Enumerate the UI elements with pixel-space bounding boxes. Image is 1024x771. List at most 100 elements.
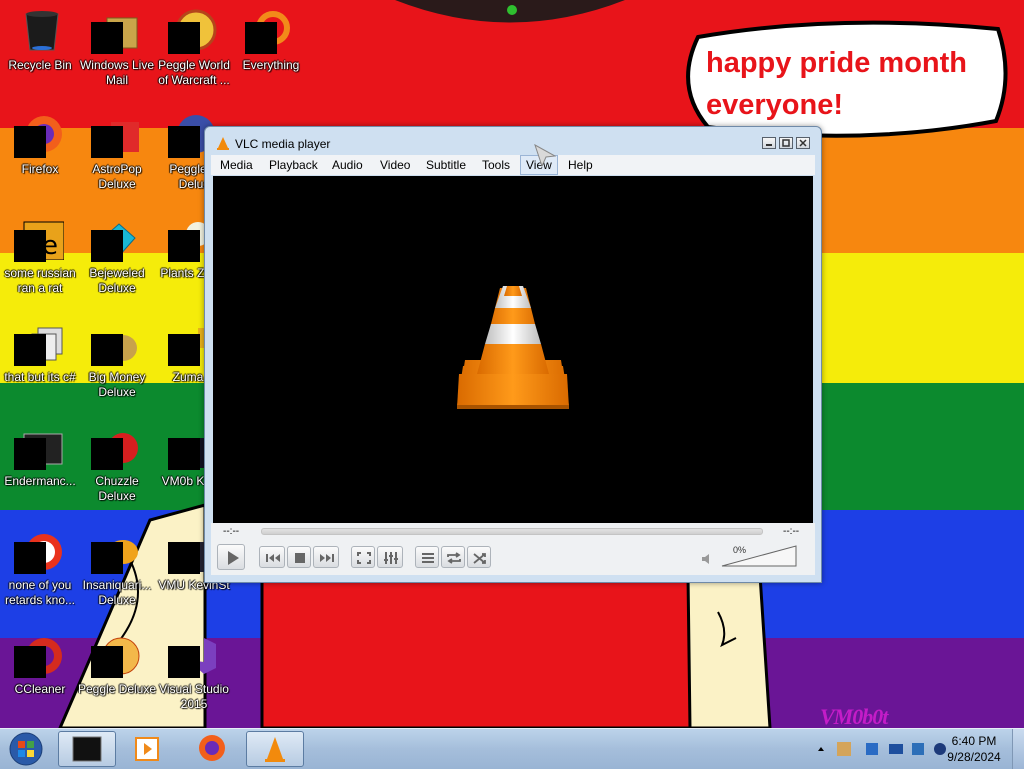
desktop-icon-label: AstroPop Deluxe <box>92 162 142 191</box>
desktop-icon-chuzzle[interactable]: Chuzzle Deluxe <box>77 416 157 516</box>
seek-slider[interactable] <box>261 528 763 535</box>
desktop-icon-label: Endermanc... <box>4 474 76 488</box>
vlc-window[interactable]: VLC media player Media Playback Audio Vi… <box>204 126 822 583</box>
clock-time: 6:40 PM <box>951 734 997 748</box>
speaker-muted-icon[interactable] <box>701 553 715 565</box>
next-icon <box>320 554 334 562</box>
video-area[interactable] <box>213 176 813 523</box>
loop-button[interactable] <box>441 546 465 568</box>
desktop-icon-insaniquarium[interactable]: Insaniquari... Deluxe <box>77 520 157 620</box>
tray-expand-chevron-icon[interactable] <box>816 741 826 757</box>
taskbar-clock[interactable]: 6:40 PM 9/28/2024 <box>940 733 1008 765</box>
minimize-icon <box>766 144 772 146</box>
time-elapsed: --:-- <box>223 526 240 537</box>
menu-video[interactable]: Video <box>375 155 415 175</box>
maximize-button[interactable] <box>779 137 793 149</box>
playlist-icon <box>422 553 434 563</box>
start-button[interactable] <box>6 730 46 768</box>
redaction-box <box>168 22 200 54</box>
fullscreen-icon <box>357 552 371 564</box>
extended-settings-button[interactable] <box>377 546 403 568</box>
redaction-box <box>168 126 200 158</box>
shuffle-button[interactable] <box>467 546 491 568</box>
console-icon <box>72 736 102 762</box>
desktop-icon-label: Peggle Deluxe <box>77 682 157 696</box>
taskbar-app-firefox[interactable] <box>184 731 242 767</box>
window-titlebar[interactable]: VLC media player <box>205 127 821 157</box>
previous-button[interactable] <box>259 546 285 568</box>
playback-controls: --:-- --:-- 0% <box>211 523 815 575</box>
menu-tools[interactable]: Tools <box>477 155 515 175</box>
redaction-box <box>168 334 200 366</box>
redaction-box <box>91 542 123 574</box>
desktop-icon-that-but-csharp[interactable]: that but its c# <box>0 312 80 412</box>
recycle-bin-icon <box>25 11 59 51</box>
maximize-icon <box>782 139 790 147</box>
stop-icon <box>295 553 305 563</box>
redaction-box <box>168 542 200 574</box>
desktop-icon-label: that but its c# <box>4 370 76 384</box>
desktop-icon-label: Bejeweled Deluxe <box>89 266 145 295</box>
volume-slider[interactable] <box>721 545 797 567</box>
desktop-icon-label: Chuzzle Deluxe <box>95 474 139 503</box>
close-button[interactable] <box>796 137 810 149</box>
tray-monitor-icon[interactable] <box>888 741 904 757</box>
tray-network-icon[interactable] <box>910 741 926 757</box>
playlist-button[interactable] <box>415 546 439 568</box>
artist-signature: VM0b0t <box>820 704 888 729</box>
redaction-box <box>91 22 123 54</box>
desktop-icon-firefox[interactable]: Firefox <box>0 104 80 204</box>
menu-audio[interactable]: Audio <box>327 155 368 175</box>
redaction-box <box>14 646 46 678</box>
speech-bubble-text: happy pride month everyone! <box>706 47 967 121</box>
next-button[interactable] <box>313 546 339 568</box>
taskbar-app-vlc[interactable] <box>246 731 304 767</box>
taskbar-app-terminal[interactable] <box>58 731 116 767</box>
menu-playback[interactable]: Playback <box>264 155 323 175</box>
desktop-icon-recycle-bin[interactable]: Recycle Bin <box>0 0 80 100</box>
tray-shield-icon[interactable] <box>864 741 880 757</box>
play-button[interactable] <box>217 544 245 570</box>
desktop-icon-none-of-you[interactable]: none of you retards kno... <box>0 520 80 620</box>
redaction-box <box>91 438 123 470</box>
desktop-icon-label: Visual Studio 2015 <box>159 682 229 711</box>
show-desktop-button[interactable] <box>1012 729 1024 769</box>
tray-app-icon[interactable] <box>836 741 852 757</box>
desktop-icon-ccleaner[interactable]: CCleaner <box>0 624 80 724</box>
shuffle-icon <box>473 553 486 564</box>
desktop-icon-peggle-wow[interactable]: Peggle World of Warcraft ... <box>154 0 234 100</box>
media-player-icon <box>135 737 159 761</box>
menu-help[interactable]: Help <box>563 155 598 175</box>
redaction-box <box>245 22 277 54</box>
firefox-icon <box>199 735 225 761</box>
desktop-icon-big-money[interactable]: Big Money Deluxe <box>77 312 157 412</box>
previous-icon <box>266 554 280 562</box>
desktop-icon-label: CCleaner <box>14 682 66 696</box>
fullscreen-button[interactable] <box>351 546 375 568</box>
vlc-cone-icon <box>217 137 229 150</box>
vlc-cone-logo <box>457 286 569 409</box>
redaction-box <box>91 126 123 158</box>
time-total: --:-- <box>783 526 800 537</box>
taskbar: 6:40 PM 9/28/2024 <box>0 728 1024 769</box>
menu-subtitle[interactable]: Subtitle <box>421 155 471 175</box>
desktop-icon-peggle-deluxe[interactable]: Peggle Deluxe <box>77 624 157 724</box>
desktop-icon-visual-studio[interactable]: Visual Studio 2015 <box>154 624 234 724</box>
desktop-icon-bejeweled[interactable]: Bejeweled Deluxe <box>77 208 157 308</box>
desktop-icon-everything[interactable]: Everything <box>231 0 311 100</box>
redaction-box <box>91 230 123 262</box>
stop-button[interactable] <box>287 546 311 568</box>
desktop-icon-endermanc[interactable]: Endermanc... <box>0 416 80 516</box>
redaction-box <box>91 334 123 366</box>
menu-media[interactable]: Media <box>215 155 258 175</box>
taskbar-app-media-player[interactable] <box>120 731 178 767</box>
desktop-icon-windows-live-mail[interactable]: Windows Live Mail <box>77 0 157 100</box>
desktop-icon-astropop[interactable]: AstroPop Deluxe <box>77 104 157 204</box>
minimize-button[interactable] <box>762 137 776 149</box>
clock-date: 9/28/2024 <box>947 750 1001 764</box>
desktop-icon-label: Windows Live Mail <box>79 58 155 87</box>
desktop-icon-some-russian[interactable]: e some russian ran a rat <box>0 208 80 308</box>
redaction-box <box>14 230 46 262</box>
desktop-icon-label: Everything <box>242 58 300 72</box>
play-icon <box>228 551 239 565</box>
